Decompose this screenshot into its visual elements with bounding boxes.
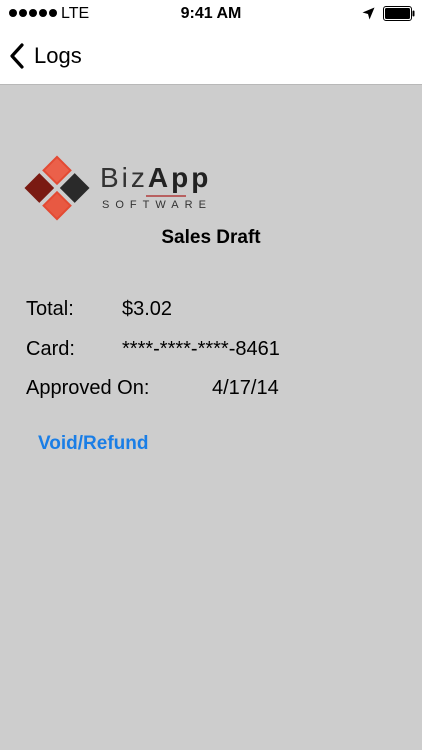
approved-on-label: Approved On: xyxy=(26,377,150,399)
void-refund-button[interactable]: Void/Refund xyxy=(38,433,148,455)
card-value: ****-****-****-8461 xyxy=(122,338,280,360)
location-arrow-icon xyxy=(362,7,375,20)
card-label: Card: xyxy=(26,338,75,360)
logo-subtitle: SOFTWARE xyxy=(102,199,212,211)
page-title: Sales Draft xyxy=(161,227,261,248)
sales-draft-content: BizApp SOFTWARE Sales Draft Total: $3.02… xyxy=(0,85,422,750)
bizapp-logo-mark-icon xyxy=(24,155,90,221)
status-time: 9:41 AM xyxy=(180,5,242,22)
navigation-bar: Logs xyxy=(0,28,422,85)
total-label: Total: xyxy=(26,298,74,320)
logo-name-light: Biz xyxy=(100,162,148,193)
bizapp-logo: BizApp SOFTWARE xyxy=(24,155,244,225)
logo-underline xyxy=(146,195,186,197)
approved-on-value: 4/17/14 xyxy=(212,377,279,399)
logo-wordmark: BizApp xyxy=(100,163,211,193)
total-value: $3.02 xyxy=(122,298,173,320)
logo-name-bold: App xyxy=(147,162,212,193)
battery-icon xyxy=(383,6,415,21)
chevron-left-icon xyxy=(10,43,24,69)
status-bar: LTE 9:41 AM xyxy=(0,0,422,28)
back-button[interactable]: Logs xyxy=(8,40,82,72)
back-button-label: Logs xyxy=(34,43,82,68)
